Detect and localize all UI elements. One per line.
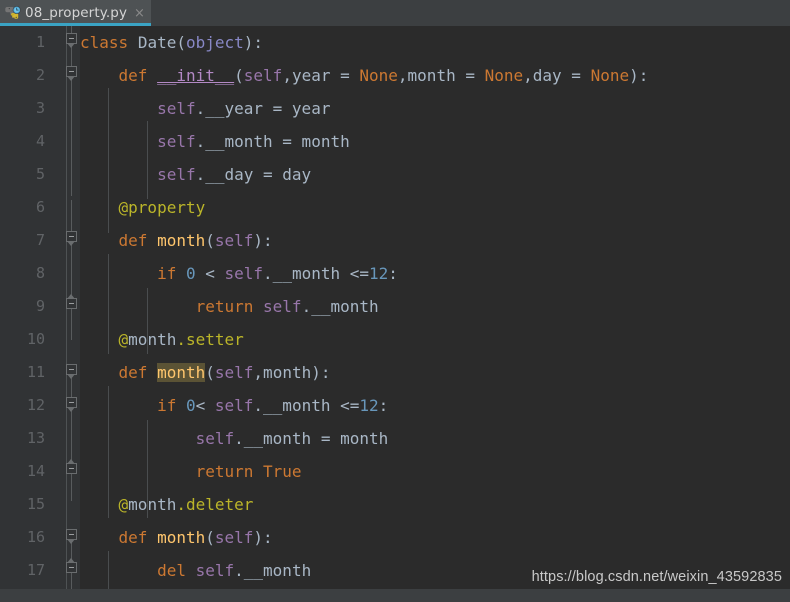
line-number: 2 [35,66,45,84]
line-number: 12 [26,396,45,414]
code-line-content: def __init__(self,year = None,month = No… [118,66,649,85]
code-line-content: def month(self): [118,528,273,547]
code-line-3[interactable]: 3 self.__year = year [0,92,790,125]
code-line-13[interactable]: 13 self.__month = month [0,422,790,455]
code-editor[interactable]: 1 class Date(object): 2 def __init__(sel… [0,26,790,589]
line-number: 6 [35,198,45,216]
editor-tab-08-property-py[interactable]: 08_property.py × [0,0,151,26]
code-line-2[interactable]: 2 def __init__(self,year = None,month = … [0,59,790,92]
code-line-9[interactable]: 9 return self.__month [0,290,790,323]
code-line-4[interactable]: 4 self.__month = month [0,125,790,158]
code-line-content: def month(self,month): [118,363,331,382]
tab-bar-empty-space [150,0,790,26]
code-line-11[interactable]: 11 def month(self,month): [0,356,790,389]
pycharm-editor-window: 08_property.py × 1 class Date(object): 2… [0,0,790,602]
line-number: 9 [35,297,45,315]
editor-tab-bar: 08_property.py × [0,0,790,26]
python-file-icon [5,5,22,22]
line-number: 13 [26,429,45,447]
editor-tab-label: 08_property.py [25,5,128,21]
code-line-content: del self.__month [157,561,312,580]
close-icon[interactable]: × [134,7,145,20]
code-line-12[interactable]: 12 if 0< self.__month <=12: [0,389,790,422]
line-number: 7 [35,231,45,249]
code-line-1[interactable]: 1 class Date(object): [0,26,790,59]
code-line-content: self.__month = month [195,429,389,448]
code-line-6[interactable]: 6 @property [0,191,790,224]
line-number: 4 [35,132,45,150]
code-line-14[interactable]: 14 return True [0,455,790,488]
code-line-16[interactable]: 16 def month(self): [0,521,790,554]
code-line-content: return self.__month [195,297,379,316]
code-line-content: if 0 < self.__month <=12: [157,264,398,283]
line-number: 14 [26,462,45,480]
line-number: 11 [26,363,45,381]
highlighted-identifier: month [157,363,206,382]
code-line-15[interactable]: 15 @month.deleter [0,488,790,521]
csdn-watermark: https://blog.csdn.net/weixin_43592835 [531,569,782,585]
code-line-content: @month.deleter [118,495,254,514]
code-line-5[interactable]: 5 self.__day = day [0,158,790,191]
code-line-content: def month(self): [118,231,273,250]
code-line-content: self.__month = month [157,132,350,151]
line-number: 5 [35,165,45,183]
code-line-content: return True [195,462,302,481]
code-line-content: self.__year = year [157,99,331,118]
code-line-content: self.__day = day [157,165,312,184]
code-line-content: @property [118,198,206,217]
line-number: 15 [26,495,45,513]
line-number: 8 [35,264,45,282]
line-number: 16 [26,528,45,546]
code-line-10[interactable]: 10 @month.setter [0,323,790,356]
code-line-content: @month.setter [118,330,244,349]
line-number: 17 [26,561,45,579]
code-line-8[interactable]: 8 if 0 < self.__month <=12: [0,257,790,290]
line-number: 1 [35,33,45,51]
code-line-7[interactable]: 7 def month(self): [0,224,790,257]
code-line-content: if 0< self.__month <=12: [157,396,389,415]
code-line-content: class Date(object): [80,33,264,52]
line-number: 10 [26,330,45,348]
line-number: 3 [35,99,45,117]
bottom-status-strip [0,589,790,602]
